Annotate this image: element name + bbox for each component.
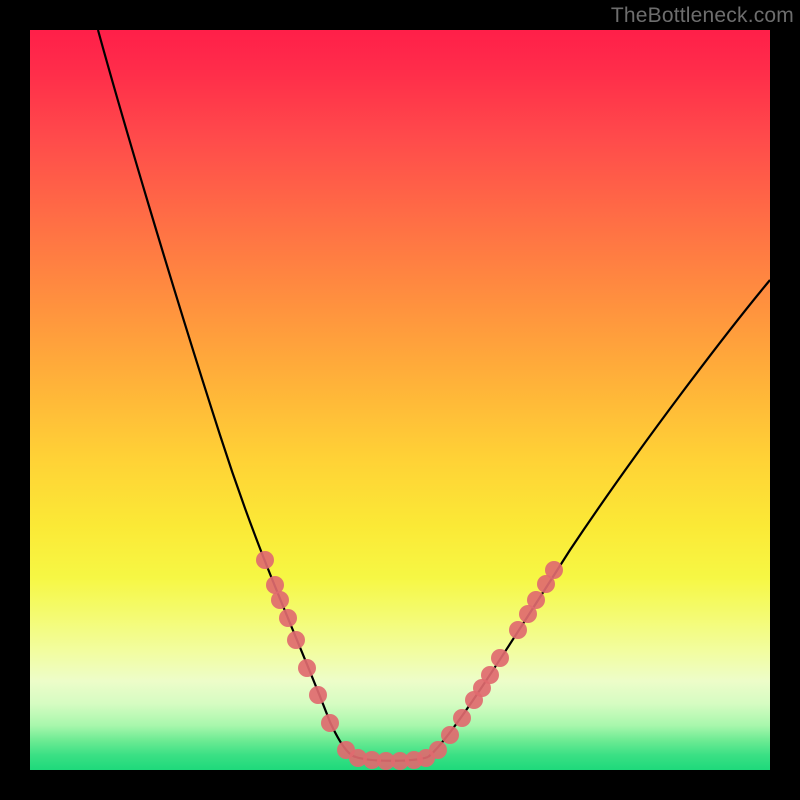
watermark-text: TheBottleneck.com: [611, 4, 794, 28]
data-point: [527, 591, 545, 609]
data-point: [321, 714, 339, 732]
data-point: [481, 666, 499, 684]
marker-group: [256, 551, 563, 770]
data-point: [491, 649, 509, 667]
data-point: [429, 741, 447, 759]
data-point: [509, 621, 527, 639]
data-point: [298, 659, 316, 677]
data-point: [279, 609, 297, 627]
data-point: [256, 551, 274, 569]
data-point: [309, 686, 327, 704]
curve-left-branch: [98, 30, 356, 757]
data-point: [287, 631, 305, 649]
data-point: [271, 591, 289, 609]
data-point: [453, 709, 471, 727]
data-point: [441, 726, 459, 744]
bottleneck-curve: [30, 30, 770, 770]
data-point: [545, 561, 563, 579]
chart-plot-area: [30, 30, 770, 770]
